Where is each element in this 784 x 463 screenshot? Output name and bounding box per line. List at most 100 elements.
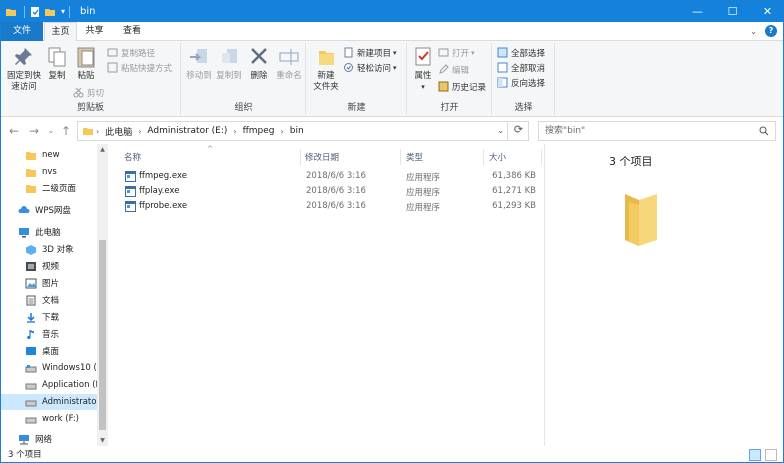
cut-button[interactable]: 剪切 (73, 86, 104, 99)
open-icon (438, 48, 449, 57)
tab-home[interactable]: 主页 (44, 22, 77, 42)
nav-item-3d-objects[interactable]: 3D 对象 (1, 241, 97, 257)
new-folder-icon[interactable] (44, 6, 56, 18)
file-row[interactable]: ffplay.exe 2018/6/6 3:16 应用程序 61,271 KB (109, 185, 544, 200)
new-folder-button[interactable]: 新建 文件夹 (311, 45, 341, 93)
search-icon (759, 126, 769, 136)
nav-scrollbar[interactable]: ▲ ▼ (97, 144, 108, 446)
document-icon (26, 295, 36, 305)
invert-selection-icon (497, 77, 508, 88)
back-button[interactable]: ← (7, 124, 21, 138)
tab-view[interactable]: 查看 (111, 22, 153, 41)
copy-button[interactable]: 复制 (45, 45, 69, 82)
nav-item-network[interactable]: 网络 (1, 431, 97, 446)
address-dropdown-icon[interactable]: ⌄ (497, 126, 504, 135)
copy-path-button[interactable]: 复制路径 (107, 46, 155, 59)
nav-item-new[interactable]: new (1, 147, 97, 163)
move-to-button[interactable]: 移动到 (184, 45, 214, 82)
desktop-icon (26, 346, 36, 355)
status-bar: 3 个项目 (1, 446, 783, 462)
nav-item-second-page[interactable]: 二级页面 (1, 180, 97, 196)
nav-item-downloads[interactable]: 下载 (1, 309, 97, 325)
nav-item-this-pc[interactable]: 此电脑 (1, 224, 97, 240)
nav-item-nvs[interactable]: nvs (1, 164, 97, 180)
delete-button[interactable]: 删除 (246, 45, 272, 82)
properties-icon (415, 47, 431, 66)
file-row[interactable]: ffprobe.exe 2018/6/6 3:16 应用程序 61,293 KB (109, 200, 544, 215)
music-icon (27, 329, 34, 339)
column-header-type[interactable]: 类型 (406, 151, 423, 165)
window-title: bin (80, 6, 96, 17)
nav-item-drive-e[interactable]: Administrator ( (1, 394, 97, 410)
sort-ascending-icon: ^ (207, 145, 213, 153)
copy-to-button[interactable]: 复制到 (214, 45, 244, 82)
details-view-icon[interactable] (749, 449, 761, 461)
move-to-icon (190, 49, 207, 63)
copy-icon (48, 47, 66, 67)
nav-item-drive-d[interactable]: Application (D: (1, 377, 97, 393)
edit-button[interactable]: 编辑 (438, 63, 469, 76)
new-group: 新建 文件夹 新建项目 ▾ 轻松访问 ▾ 新建 (307, 43, 407, 115)
column-header-size[interactable]: 大小 (489, 151, 506, 165)
paste-button[interactable]: 粘贴 (73, 45, 99, 82)
column-header-name[interactable]: 名称 (124, 151, 141, 165)
select-none-icon (497, 62, 508, 73)
maximize-button[interactable]: ☐ (715, 1, 750, 22)
easy-access-button[interactable]: 轻松访问 ▾ (343, 61, 397, 74)
address-bar[interactable]: › 此电脑 › Administrator (E:) › ffmpeg › bi… (77, 121, 529, 141)
nav-item-drive-f[interactable]: work (F:) (1, 411, 97, 427)
select-all-button[interactable]: 全部选择 (497, 46, 545, 59)
tab-share[interactable]: 共享 (78, 22, 111, 41)
breadcrumb-drive[interactable]: Administrator (E:) (147, 126, 227, 136)
breadcrumb-this-pc[interactable]: 此电脑 (105, 125, 132, 138)
breadcrumb-ffmpeg[interactable]: ffmpeg (243, 126, 275, 136)
pin-quick-access-button[interactable]: 固定到快 速访问 (5, 45, 43, 93)
copy-to-icon (222, 49, 237, 63)
folder-icon (26, 184, 36, 193)
tab-file[interactable]: 文件 (1, 22, 43, 41)
close-button[interactable]: ✕ (750, 1, 783, 22)
open-button[interactable]: 打开 ▾ (438, 46, 475, 59)
network-icon (19, 434, 29, 444)
organize-group: 移动到 复制到 删除 重命名 组织 (182, 43, 306, 115)
up-button[interactable]: ↑ (59, 124, 73, 138)
file-row[interactable]: ffmpeg.exe 2018/6/6 3:16 应用程序 61,386 KB (109, 170, 544, 185)
forward-button[interactable]: → (27, 124, 41, 138)
history-button[interactable]: 历史记录 (438, 80, 486, 93)
minimize-button[interactable]: — (680, 1, 715, 22)
ribbon-expand-icon[interactable]: ⌄ (750, 27, 757, 36)
drive-icon (25, 364, 37, 372)
delete-icon (251, 48, 267, 64)
nav-item-wps-drive[interactable]: WPS网盘 (1, 202, 97, 218)
recent-locations-button[interactable]: ⌄ (44, 124, 58, 138)
nav-item-pictures[interactable]: 图片 (1, 275, 97, 291)
new-item-icon (344, 47, 353, 58)
quick-access-toolbar: ▾ (5, 5, 65, 18)
large-icons-view-icon[interactable] (765, 449, 777, 461)
nav-item-music[interactable]: 音乐 (1, 326, 97, 342)
scroll-up-icon[interactable]: ▲ (97, 144, 108, 155)
nav-item-videos[interactable]: 视频 (1, 258, 97, 274)
nav-item-documents[interactable]: 文档 (1, 292, 97, 308)
refresh-button[interactable]: ⟳ (507, 121, 529, 141)
search-input[interactable]: 搜索"bin" (538, 121, 776, 141)
scroll-down-icon[interactable]: ▼ (97, 435, 108, 446)
invert-selection-button[interactable]: 反向选择 (497, 76, 545, 89)
cube-icon (26, 244, 36, 255)
select-group: 全部选择 全部取消 反向选择 选择 (493, 43, 555, 115)
column-header-date[interactable]: 修改日期 (305, 151, 339, 165)
scroll-thumb[interactable] (99, 240, 106, 430)
new-item-button[interactable]: 新建项目 ▾ (343, 46, 397, 59)
quick-access-dropdown[interactable]: ▾ (61, 7, 65, 16)
breadcrumb-bin[interactable]: bin (290, 126, 304, 136)
properties-icon[interactable] (29, 6, 41, 18)
status-item-count: 3 个项目 (8, 450, 42, 460)
properties-button[interactable]: 属性 ▾ (410, 45, 436, 93)
paste-shortcut-button[interactable]: 粘贴快捷方式 (107, 61, 172, 74)
select-none-button[interactable]: 全部取消 (497, 61, 545, 74)
folder-icon (26, 168, 36, 177)
help-icon[interactable]: ? (765, 25, 777, 37)
nav-item-desktop[interactable]: 桌面 (1, 343, 97, 359)
nav-item-drive-c[interactable]: Windows10 (C: (1, 360, 97, 376)
rename-button[interactable]: 重命名 (274, 45, 304, 82)
